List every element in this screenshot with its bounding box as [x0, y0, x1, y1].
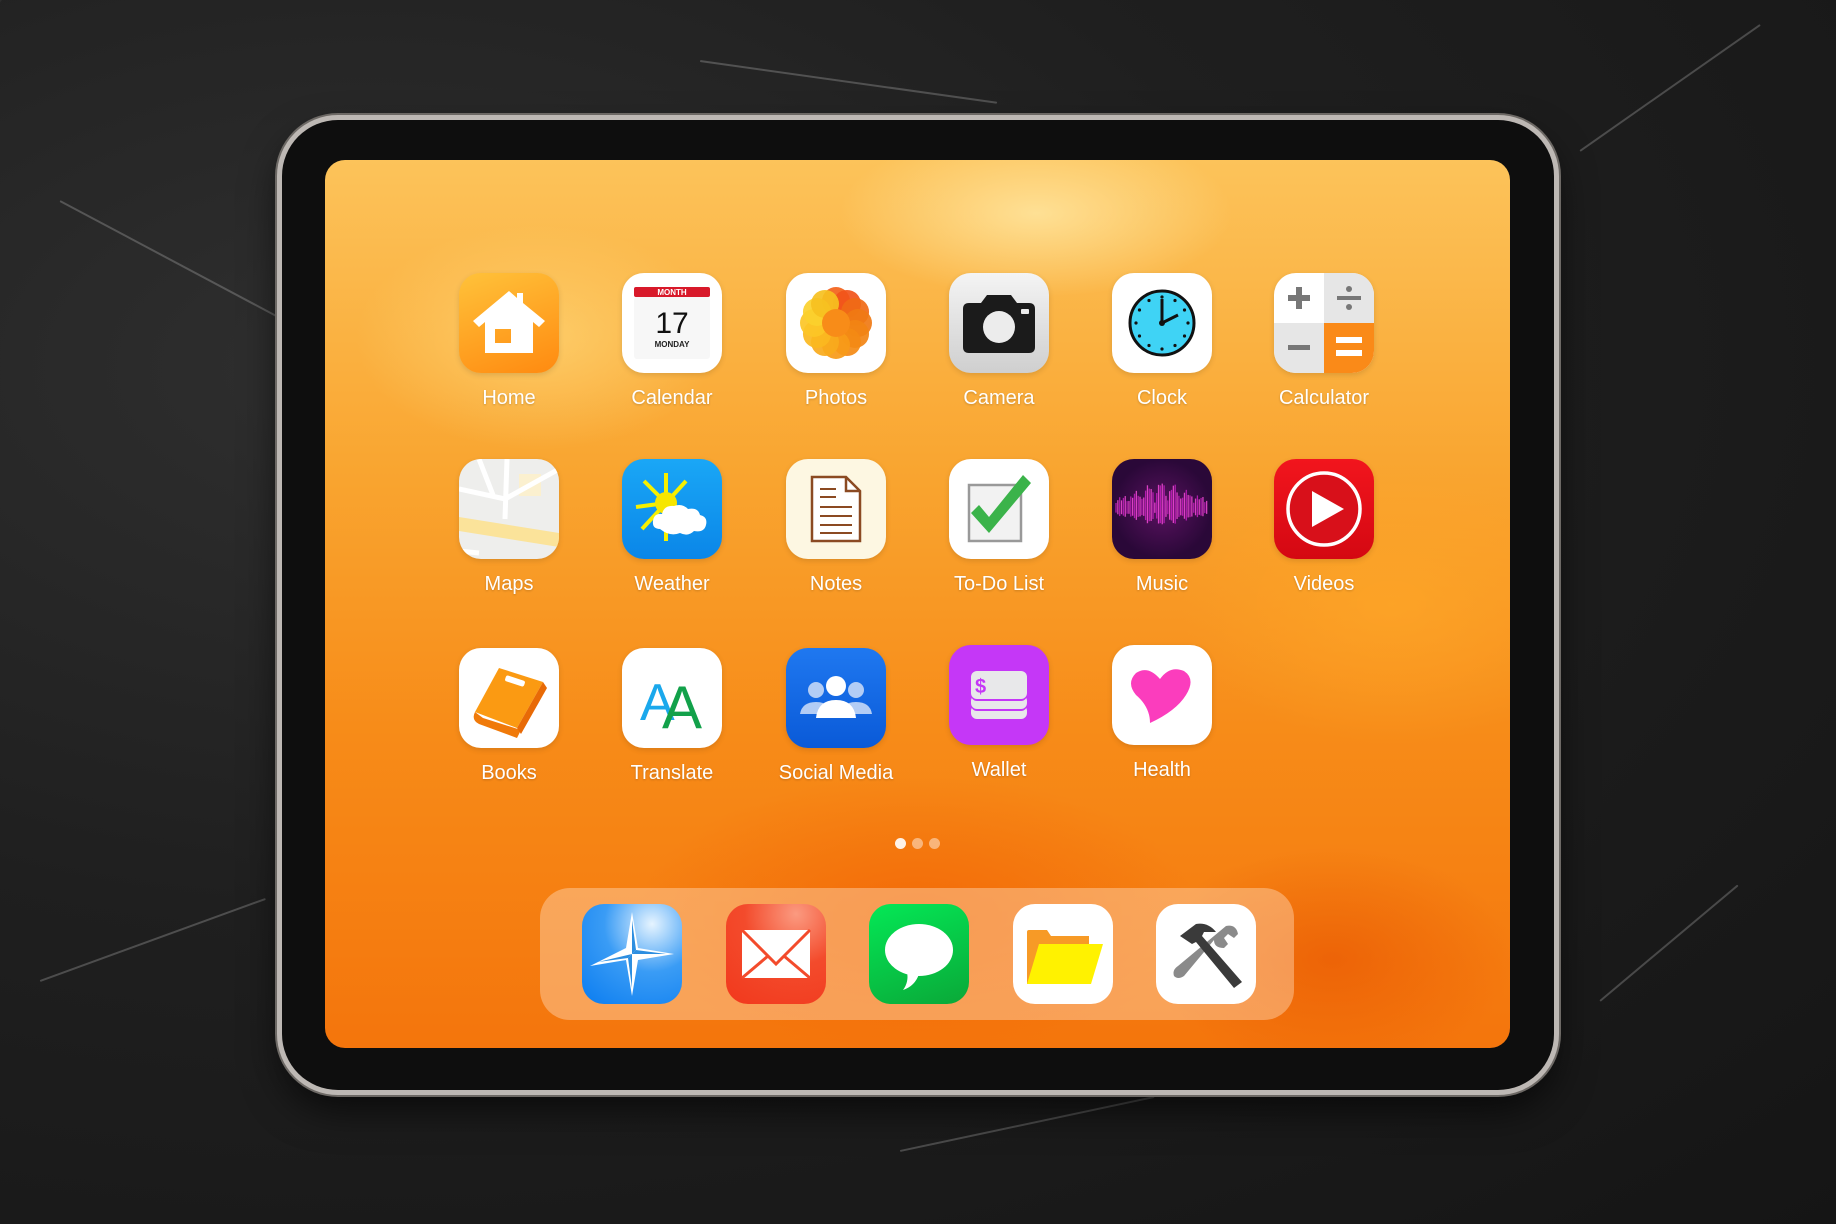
- wallet-currency: $: [975, 676, 986, 698]
- app-label: Weather: [634, 573, 710, 595]
- app-calculator[interactable]: Calculator: [1254, 273, 1394, 410]
- app-label: Calendar: [631, 387, 713, 409]
- app-social-media[interactable]: Social Media: [766, 648, 906, 785]
- app-photos[interactable]: Photos: [766, 273, 906, 410]
- app-videos[interactable]: Videos: [1254, 459, 1394, 596]
- app-label: Social Media: [778, 762, 894, 784]
- people-group-icon: [786, 648, 886, 748]
- play-icon: [1274, 459, 1374, 559]
- envelope-icon: [740, 928, 812, 980]
- translate-aa-icon: AA: [622, 648, 722, 748]
- dock-app-compass[interactable]: [582, 904, 682, 1004]
- app-label: Maps: [484, 573, 534, 595]
- app-label: Home: [482, 387, 536, 409]
- photos-flower-icon: [786, 273, 886, 373]
- calculator-icon: [1274, 273, 1374, 373]
- app-label: Camera: [963, 387, 1035, 409]
- sound-wave-icon: [1112, 459, 1212, 559]
- app-label: Notes: [809, 573, 863, 595]
- app-label: Photos: [804, 387, 868, 409]
- app-home[interactable]: Home: [439, 273, 579, 410]
- app-clock[interactable]: Clock: [1092, 273, 1232, 410]
- dock: [540, 888, 1294, 1020]
- dock-app-files[interactable]: [1013, 904, 1113, 1004]
- calendar-weekday: MONDAY: [655, 340, 690, 349]
- app-label: Books: [481, 762, 537, 784]
- book-icon: [459, 648, 559, 748]
- app-label: Videos: [1293, 573, 1355, 595]
- app-books[interactable]: Books: [439, 648, 579, 785]
- tablet-device: Home MONTH 17 MONDAY Calendar Photos Cam…: [282, 120, 1554, 1090]
- app-label: Calculator: [1278, 387, 1370, 409]
- app-label: Health: [1133, 759, 1191, 781]
- home-screen: Home MONTH 17 MONDAY Calendar Photos Cam…: [325, 160, 1510, 1048]
- document-icon: [786, 459, 886, 559]
- app-label: Music: [1135, 573, 1189, 595]
- app-label: Translate: [630, 762, 714, 784]
- app-label: Clock: [1136, 387, 1187, 409]
- page-dot-3[interactable]: [929, 838, 940, 849]
- heart-icon: [1112, 645, 1212, 745]
- page-dot-2[interactable]: [912, 838, 923, 849]
- app-notes[interactable]: Notes: [766, 459, 906, 596]
- calendar-day: 17: [655, 307, 688, 340]
- clock-icon: [1112, 273, 1212, 373]
- dock-app-tools[interactable]: [1156, 904, 1256, 1004]
- app-maps[interactable]: Maps: [439, 459, 579, 596]
- house-icon: [459, 273, 559, 373]
- wallet-money-icon: $: [949, 645, 1049, 745]
- app-weather[interactable]: Weather: [602, 459, 742, 596]
- map-icon: [459, 459, 559, 559]
- camera-icon: [949, 273, 1049, 373]
- speech-bubble-icon: [885, 924, 953, 990]
- app-translate[interactable]: AA Translate: [602, 648, 742, 785]
- app-label: Wallet: [971, 759, 1027, 781]
- page-indicator[interactable]: [325, 836, 1510, 854]
- svg-text:A: A: [662, 674, 702, 741]
- app-health[interactable]: Health: [1092, 645, 1232, 782]
- app-calendar[interactable]: MONTH 17 MONDAY Calendar: [602, 273, 742, 410]
- sun-cloud-icon: [622, 459, 722, 559]
- app-label: To-Do List: [953, 573, 1045, 595]
- page-dot-1[interactable]: [895, 838, 906, 849]
- app-camera[interactable]: Camera: [929, 273, 1069, 410]
- calendar-month: MONTH: [657, 288, 687, 297]
- checkbox-check-icon: [949, 459, 1049, 559]
- app-todo-list[interactable]: To-Do List: [929, 459, 1069, 596]
- dock-app-messages[interactable]: [869, 904, 969, 1004]
- app-wallet[interactable]: $ Wallet: [929, 645, 1069, 782]
- dock-app-mail[interactable]: [726, 904, 826, 1004]
- app-music[interactable]: Music: [1092, 459, 1232, 596]
- compass-star-icon: [590, 912, 674, 996]
- calendar-icon: MONTH 17 MONDAY: [622, 273, 722, 373]
- hammer-wrench-icon: [1173, 923, 1242, 988]
- folder-icon: [1027, 930, 1103, 984]
